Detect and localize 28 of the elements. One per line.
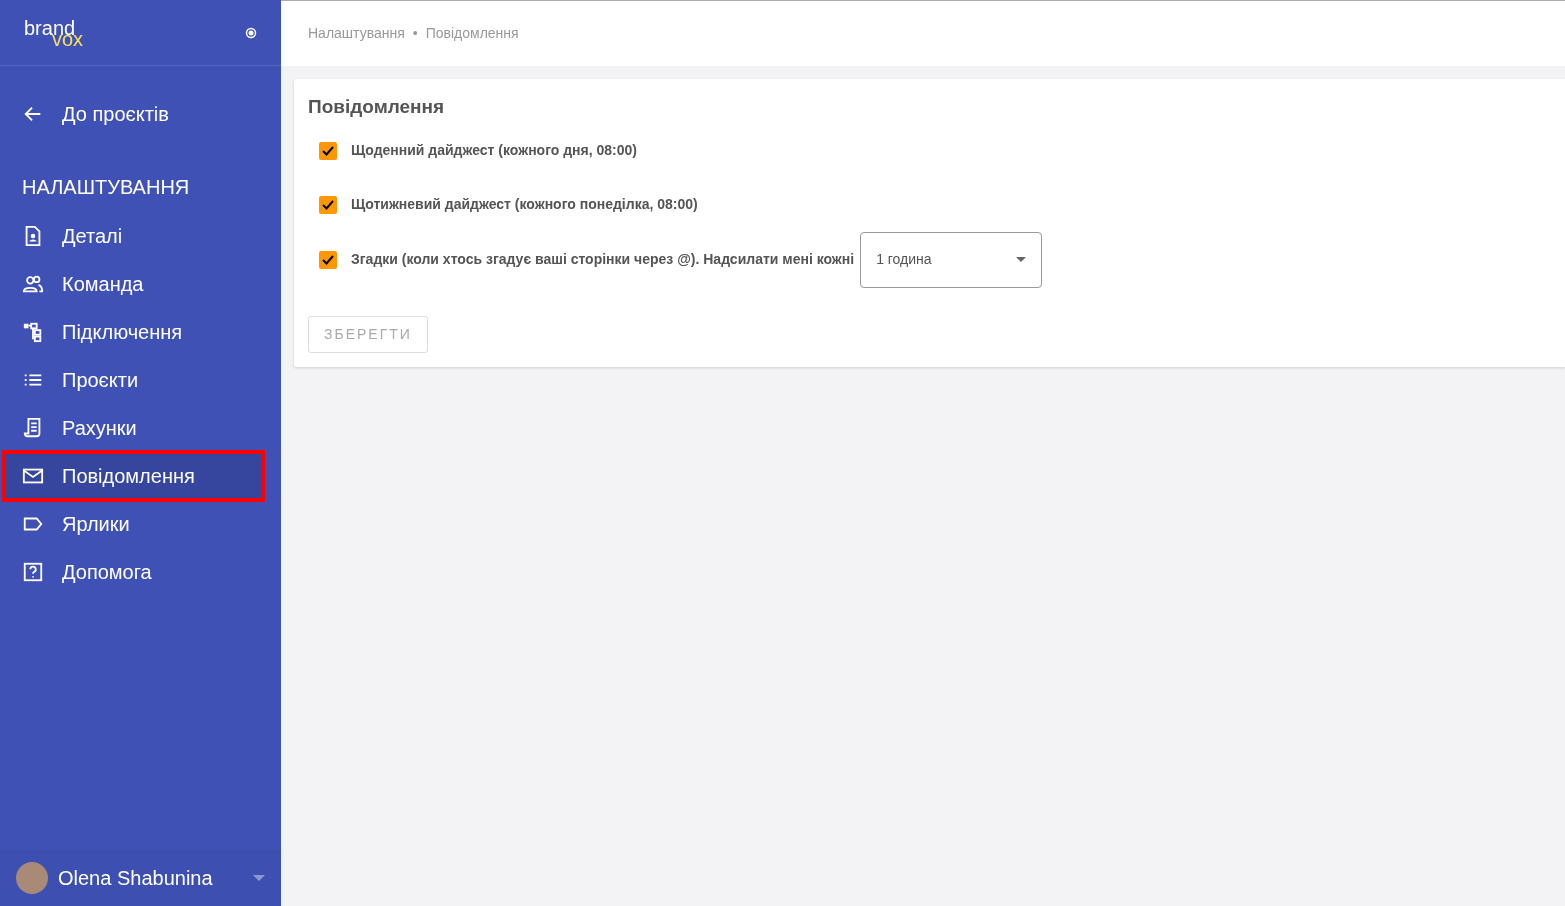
sidebar-item[interactable]: Підключення [0,308,281,356]
checkbox[interactable] [319,141,337,160]
sidebar-item[interactable]: Допомога [0,548,281,596]
user-name: Olena Shabunina [58,866,214,891]
sidebar-item[interactable]: Команда [0,260,281,308]
caret-icon [1016,257,1027,262]
option-label: Щотижневий дайджест (кожного понеділка, 08:00) [351,195,698,214]
caret-icon[interactable] [253,874,265,882]
checkbox[interactable] [319,250,337,269]
breadcrumb-separator: • [412,24,418,43]
radio-icon[interactable] [245,26,257,39]
select-field[interactable]: 1 година [860,231,1043,288]
user-menu[interactable]: Olena Shabunina [0,850,281,906]
network-icon [22,321,44,343]
avatar-placeholder [16,862,48,894]
back-link[interactable]: До проєктів [0,90,281,138]
sidebar-item[interactable]: Повідомлення [4,452,263,500]
help-icon [22,561,44,583]
checkbox[interactable] [319,195,337,214]
sidebar-item[interactable]: Деталі [0,212,281,260]
option-label: Згадки (коли хтось згадує ваші сторінки через @). Надсилати мені кожні [351,250,855,269]
option-label: Щоденний дайджест (кожного дня, 08:00) [351,141,637,160]
card-title: Повідомлення [308,95,446,119]
section-title: НАЛАШТУВАННЯ [21,175,191,200]
people-icon [22,273,44,295]
sidebar-item[interactable]: Проєкти [0,356,281,404]
sidebar-item[interactable]: Ярлики [0,500,281,548]
sidebar-item[interactable]: Рахунки [0,404,281,452]
